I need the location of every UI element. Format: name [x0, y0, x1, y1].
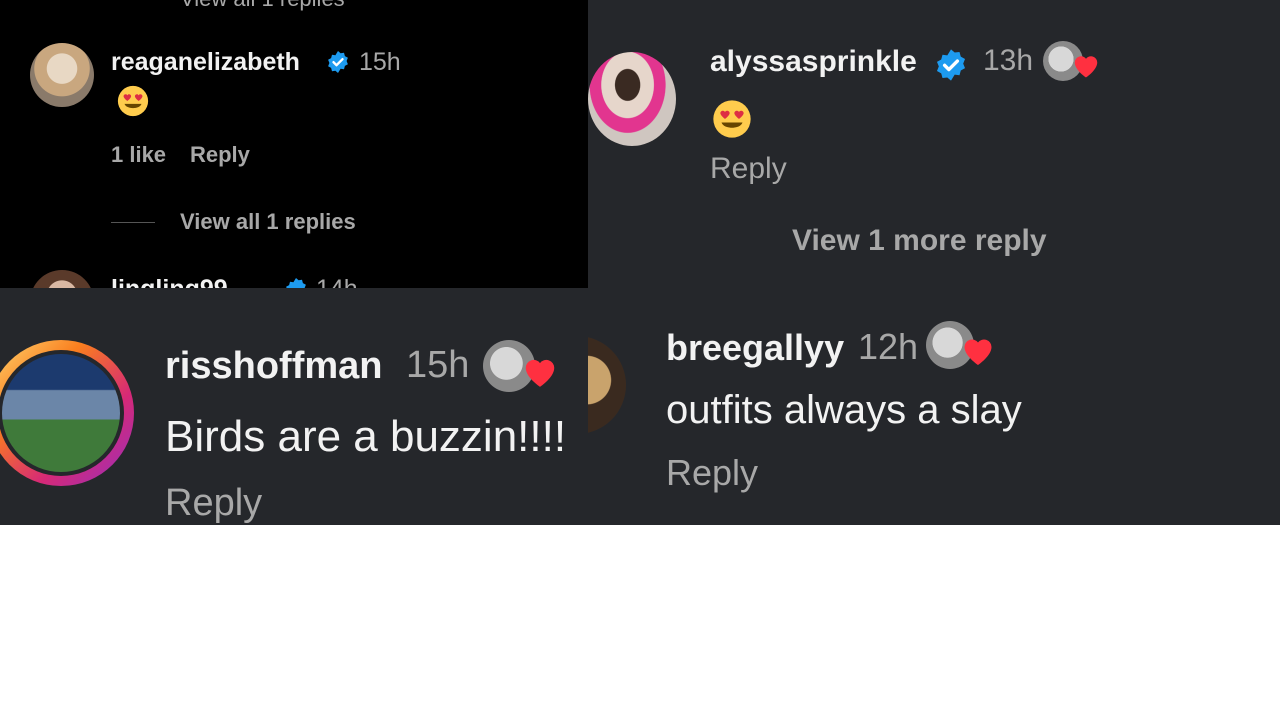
avatar[interactable] [30, 270, 94, 288]
comment-time: 15h [406, 344, 470, 386]
verified-badge-icon [286, 278, 306, 288]
avatar[interactable] [30, 43, 94, 107]
comment-text: Birds are a buzzin!!!! [165, 412, 567, 461]
comment-panel-top-left: View all 1 replies reaganelizabeth 15h 1… [0, 0, 588, 288]
view-all-replies-link[interactable]: View all 1 replies [180, 209, 356, 235]
heart-eyes-emoji-icon [117, 85, 149, 117]
comment-username[interactable]: reaganelizabeth [111, 48, 300, 77]
heart-icon [525, 359, 555, 387]
heart-icon [1074, 56, 1098, 78]
comment-time: 14h [316, 275, 358, 288]
heart-icon [964, 339, 992, 365]
comment-username[interactable]: risshoffman [165, 345, 382, 388]
comment-text: outfits always a slay [666, 388, 1022, 432]
reply-button[interactable]: Reply [666, 452, 758, 494]
comment-time: 13h [983, 44, 1034, 77]
heart-eyes-emoji-icon [713, 100, 751, 138]
replies-divider [111, 222, 155, 223]
creator-liked-badge [1043, 41, 1103, 85]
avatar [0, 350, 124, 476]
verified-badge-icon [936, 49, 966, 81]
story-ring-avatar[interactable] [0, 340, 134, 486]
view-more-replies-link[interactable]: View 1 more reply [792, 224, 1047, 258]
reply-button[interactable]: Reply [165, 482, 262, 525]
comment-panel-bottom-right: breegallyy 12h outfits always a slay Rep… [588, 288, 1280, 525]
comment-time: 12h [858, 326, 919, 367]
avatar[interactable] [588, 52, 676, 146]
comment-username[interactable]: alyssasprinkle [710, 45, 917, 79]
creator-liked-badge [483, 340, 563, 396]
avatar-photo [2, 354, 120, 472]
comment-username[interactable]: breegallyy [666, 327, 844, 369]
comment-username[interactable]: lingling99 [111, 275, 228, 288]
creator-liked-badge [926, 321, 996, 373]
comment-time: 15h [359, 48, 401, 76]
comment-panel-top-right: alyssasprinkle 13h Reply View 1 more rep… [588, 0, 1280, 288]
view-replies-link-cut[interactable]: View all 1 replies [180, 0, 345, 12]
reply-button[interactable]: Reply [710, 152, 787, 186]
likes-count[interactable]: 1 like [111, 142, 166, 168]
comment-panel-bottom-left: risshoffman 15h Birds are a buzzin!!!! R… [0, 288, 588, 525]
reply-button[interactable]: Reply [190, 142, 250, 168]
verified-badge-icon [328, 51, 348, 73]
avatar[interactable] [588, 336, 626, 434]
